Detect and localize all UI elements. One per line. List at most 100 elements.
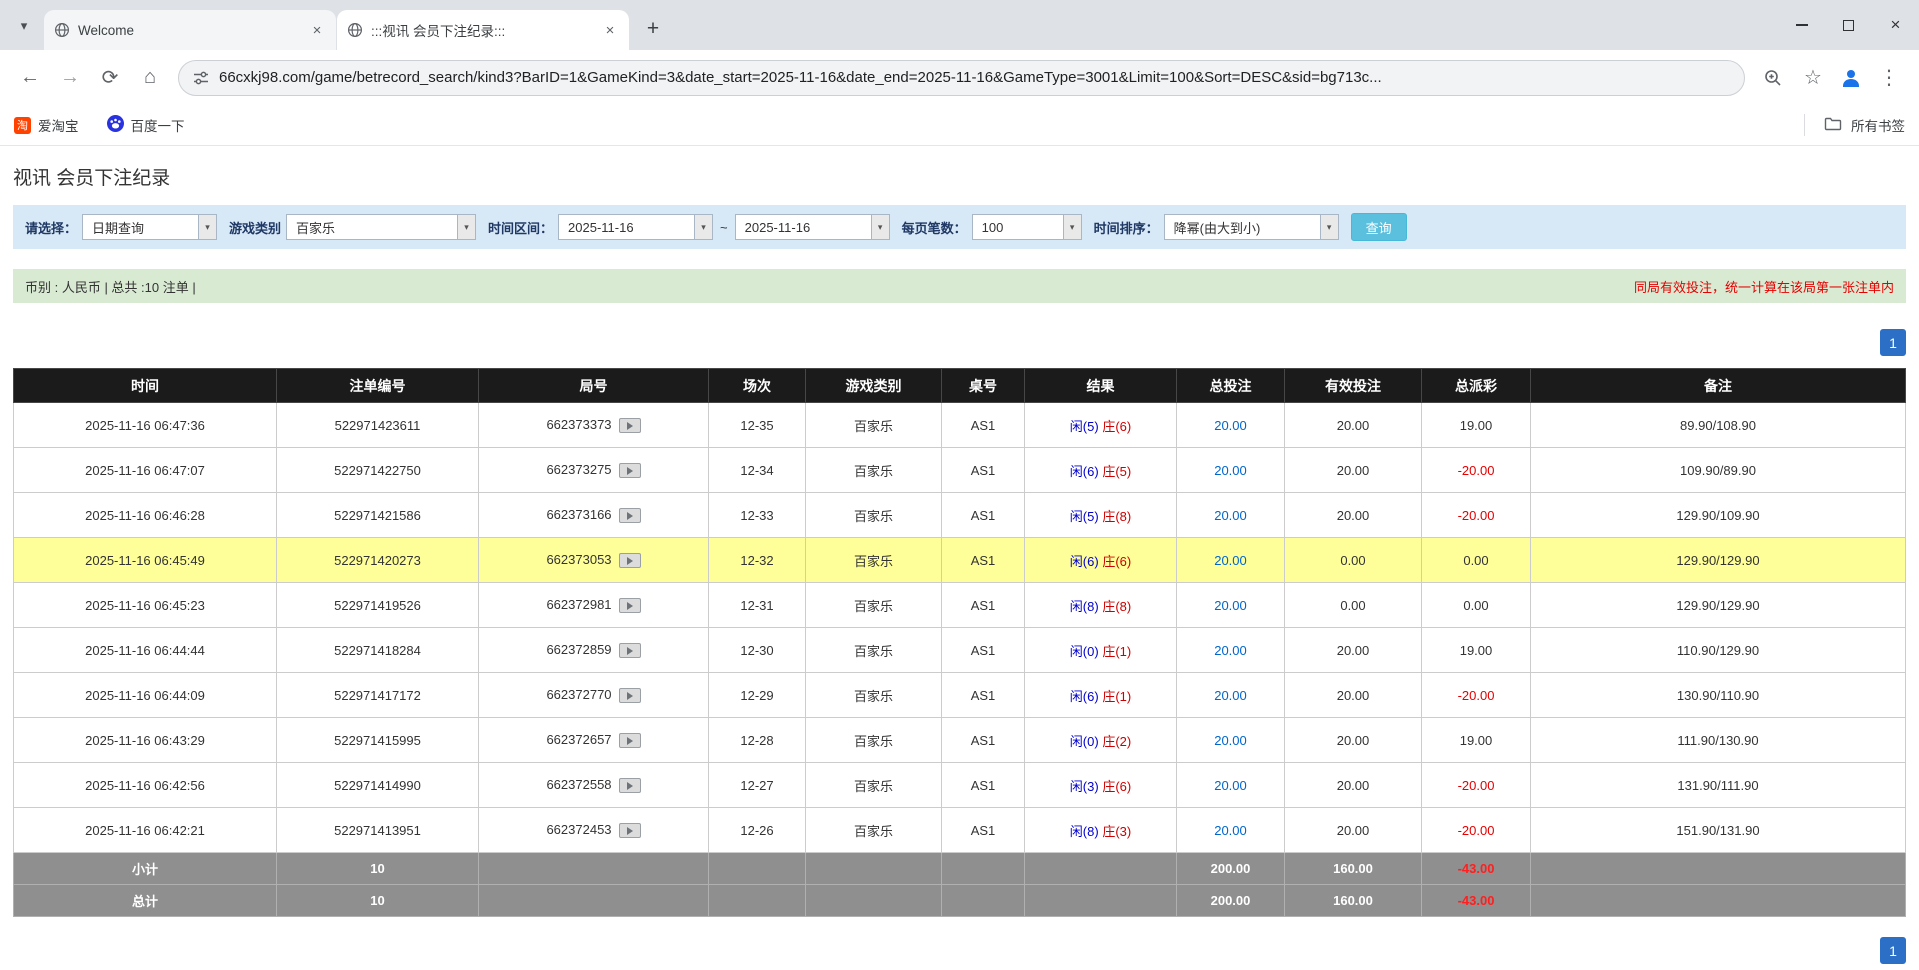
bet-row: 2025-11-16 06:44:44522971418284662372859… [14, 628, 1906, 673]
result-cell: 闲(5) 庄(8) [1025, 493, 1177, 538]
bet-row: 2025-11-16 06:47:07522971422750662373275… [14, 448, 1906, 493]
total-count: 10 [277, 885, 479, 917]
bet-time-cell: 2025-11-16 06:45:49 [14, 538, 277, 583]
total-bet-link[interactable]: 20.00 [1214, 418, 1247, 433]
page-1-button[interactable]: 1 [1880, 937, 1906, 964]
replay-icon[interactable] [619, 598, 641, 613]
replay-icon[interactable] [619, 778, 641, 793]
bet-time-cell: 2025-11-16 06:44:09 [14, 673, 277, 718]
game-type-cell: 百家乐 [806, 763, 942, 808]
bet-id-cell: 522971418284 [277, 628, 479, 673]
sort-select[interactable]: 降幂(由大到小) ▾ [1164, 214, 1339, 240]
replay-icon[interactable] [619, 688, 641, 703]
bet-row: 2025-11-16 06:45:49522971420273662373053… [14, 538, 1906, 583]
replay-icon[interactable] [619, 733, 641, 748]
browser-tab-welcome[interactable]: Welcome × [44, 10, 336, 50]
bet-row: 2025-11-16 06:46:28522971421586662373166… [14, 493, 1906, 538]
close-button[interactable]: × [1872, 0, 1919, 50]
total-bet-link[interactable]: 20.00 [1214, 508, 1247, 523]
total-bet-link[interactable]: 20.00 [1214, 688, 1247, 703]
tab-close-icon[interactable]: × [308, 21, 326, 39]
home-button[interactable]: ⌂ [130, 58, 170, 98]
bookmark-taobao[interactable]: 淘 爱淘宝 [14, 115, 79, 135]
replay-icon[interactable] [619, 553, 641, 568]
bet-time-cell: 2025-11-16 06:45:23 [14, 583, 277, 628]
bet-id-cell: 522971413951 [277, 808, 479, 853]
all-bookmarks-button[interactable]: 所有书签 [1804, 114, 1905, 136]
bookmark-star-button[interactable]: ☆ [1793, 58, 1833, 98]
round-id-cell: 662372981 [479, 583, 709, 628]
bet-time-cell: 2025-11-16 06:42:21 [14, 808, 277, 853]
total-bet-cell: 20.00 [1177, 808, 1285, 853]
total-bet-link[interactable]: 20.00 [1214, 778, 1247, 793]
player-result: 闲(8) [1070, 599, 1099, 614]
zoom-button[interactable] [1753, 58, 1793, 98]
result-cell: 闲(6) 庄(1) [1025, 673, 1177, 718]
round-id-text: 662372558 [546, 777, 611, 792]
address-bar[interactable]: 66cxkj98.com/game/betrecord_search/kind3… [178, 60, 1745, 96]
round-id-text: 662372453 [546, 822, 611, 837]
bet-id-cell: 522971417172 [277, 673, 479, 718]
refresh-button[interactable]: ⟳ [90, 58, 130, 98]
total-bet-link[interactable]: 20.00 [1214, 733, 1247, 748]
url-text: 66cxkj98.com/game/betrecord_search/kind3… [219, 69, 1382, 86]
bet-time-cell: 2025-11-16 06:47:36 [14, 403, 277, 448]
date-start-select[interactable]: 2025-11-16 ▾ [558, 214, 713, 240]
player-result: 闲(6) [1070, 464, 1099, 479]
tab-strip: ▾ Welcome × :::视讯 会员下注纪录::: × + × [0, 0, 1919, 50]
replay-icon[interactable] [619, 823, 641, 838]
search-button[interactable]: 查询 [1351, 213, 1407, 241]
bet-id-cell: 522971422750 [277, 448, 479, 493]
bet-id-cell: 522971419526 [277, 583, 479, 628]
column-header: 桌号 [942, 369, 1025, 403]
banker-result: 庄(3) [1102, 824, 1131, 839]
tab-title: :::视讯 会员下注纪录::: [371, 20, 593, 40]
session-cell: 12-29 [709, 673, 806, 718]
browser-window: ▾ Welcome × :::视讯 会员下注纪录::: × + × ← → ⟳ … [0, 0, 1919, 970]
bet-row: 2025-11-16 06:47:36522971423611662373373… [14, 403, 1906, 448]
payout-cell: -20.00 [1422, 763, 1531, 808]
round-id-cell: 662372453 [479, 808, 709, 853]
date-end-select[interactable]: 2025-11-16 ▾ [735, 214, 890, 240]
total-bet-link[interactable]: 20.00 [1214, 553, 1247, 568]
browser-menu-button[interactable]: ⋮ [1869, 58, 1909, 98]
minimize-icon [1796, 24, 1808, 26]
total-bet-cell: 20.00 [1177, 538, 1285, 583]
subtotal-count: 10 [277, 853, 479, 885]
replay-icon[interactable] [619, 463, 641, 478]
tab-close-icon[interactable]: × [601, 21, 619, 39]
round-id-cell: 662372770 [479, 673, 709, 718]
game-type-cell: 百家乐 [806, 808, 942, 853]
maximize-button[interactable] [1825, 0, 1872, 50]
empty-cell [1531, 885, 1906, 917]
bookmark-baidu[interactable]: 百度一下 [107, 115, 185, 135]
kebab-menu-icon: ⋮ [1879, 65, 1899, 90]
total-label: 总计 [14, 885, 277, 917]
banker-result: 庄(6) [1102, 419, 1131, 434]
new-tab-button[interactable]: + [638, 14, 668, 44]
total-bet-link[interactable]: 20.00 [1214, 823, 1247, 838]
minimize-button[interactable] [1778, 0, 1825, 50]
empty-cell [806, 853, 942, 885]
game-type-select[interactable]: 百家乐 ▾ [286, 214, 476, 240]
site-info-icon[interactable] [193, 70, 209, 86]
replay-icon[interactable] [619, 643, 641, 658]
result-cell: 闲(8) 庄(8) [1025, 583, 1177, 628]
query-type-select[interactable]: 日期查询 ▾ [82, 214, 217, 240]
browser-tab-betrecord[interactable]: :::视讯 会员下注纪录::: × [337, 10, 629, 50]
total-bet-link[interactable]: 20.00 [1214, 643, 1247, 658]
tab-search-button[interactable]: ▾ [10, 12, 38, 40]
replay-icon[interactable] [619, 508, 641, 523]
per-page-select[interactable]: 100 ▾ [972, 214, 1082, 240]
back-button[interactable]: ← [10, 58, 50, 98]
page-1-button[interactable]: 1 [1880, 329, 1906, 356]
replay-icon[interactable] [619, 418, 641, 433]
banker-result: 庄(8) [1102, 599, 1131, 614]
total-bet-link[interactable]: 20.00 [1214, 463, 1247, 478]
profile-button[interactable] [1833, 60, 1869, 96]
player-result: 闲(6) [1070, 689, 1099, 704]
total-bet-link[interactable]: 20.00 [1214, 598, 1247, 613]
forward-button[interactable]: → [50, 58, 90, 98]
note-cell: 130.90/110.90 [1531, 673, 1906, 718]
round-id-text: 662373166 [546, 507, 611, 522]
